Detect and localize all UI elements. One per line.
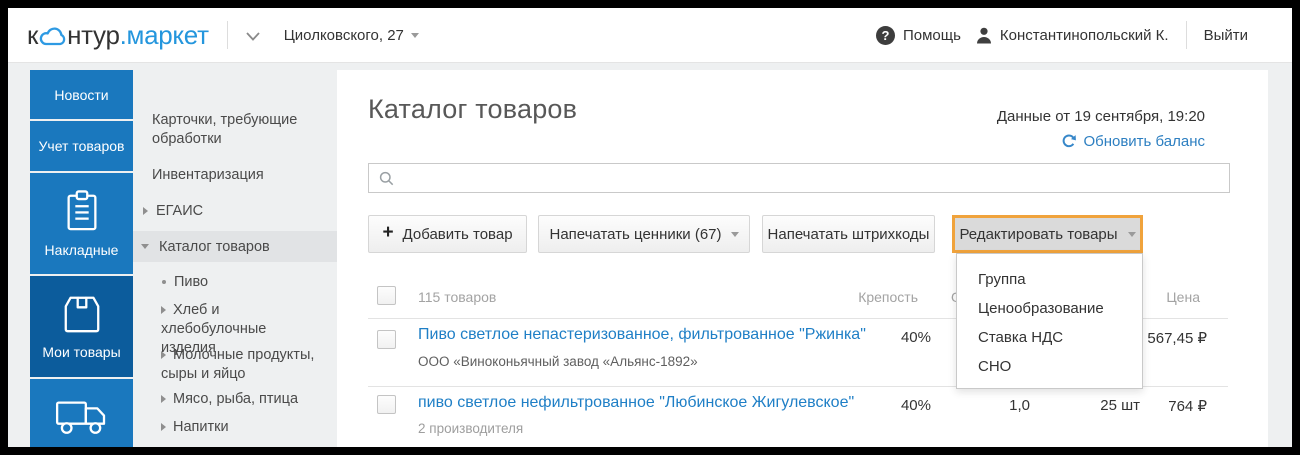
search-icon bbox=[379, 171, 394, 185]
product-link[interactable]: Пиво светлое непастеризованное, фильтров… bbox=[418, 326, 866, 344]
cell-strength: 40% bbox=[900, 397, 931, 414]
edit-products-label: Редактировать товары bbox=[959, 225, 1118, 243]
page-title: Каталог товаров bbox=[368, 94, 578, 124]
print-barcodes-label: Напечатать штрихкоды bbox=[767, 225, 930, 243]
triangle-right-icon bbox=[161, 423, 166, 431]
subnav-item-label: ЕГАИС bbox=[156, 203, 204, 219]
logo-text-product: .маркет bbox=[119, 19, 209, 50]
cell-price: 764 ₽ bbox=[1168, 398, 1207, 415]
search-box bbox=[368, 163, 1230, 193]
logo-text-prefix: к bbox=[27, 19, 39, 50]
products-count: 115 товаров bbox=[418, 289, 497, 305]
dot-icon bbox=[162, 280, 166, 285]
subnav-item-label: Карточки, требующие обработки bbox=[152, 112, 298, 147]
sidebar-item-stock-accounting[interactable]: Учет товаров bbox=[30, 121, 133, 171]
logout-link[interactable]: Выйти bbox=[1204, 27, 1248, 44]
add-product-button[interactable]: + Добавить товар bbox=[368, 215, 527, 253]
sidebar-item-label: Учет товаров bbox=[38, 138, 125, 154]
subnav-item-catalog-selected[interactable]: Каталог товаров bbox=[133, 231, 337, 262]
caret-down-icon bbox=[1127, 231, 1136, 237]
current-outlet-selector[interactable]: Циолковского, 27 bbox=[284, 27, 419, 44]
triangle-right-icon bbox=[161, 306, 166, 314]
subnav-item-label: Молочные продукты, сыры и яйцо bbox=[161, 347, 315, 382]
primary-sidebar: Новости Учет товаров Накладные Мои товар… bbox=[30, 70, 133, 447]
edit-products-button-highlight: Редактировать товары bbox=[952, 215, 1143, 253]
search-input[interactable] bbox=[402, 165, 1229, 191]
clipboard-icon bbox=[66, 190, 97, 231]
triangle-down-icon bbox=[141, 244, 149, 249]
dropdown-item-pricing[interactable]: Ценообразование bbox=[957, 294, 1142, 323]
outlet-address: Циолковского, 27 bbox=[283, 26, 404, 44]
sidebar-item-delivery[interactable] bbox=[30, 379, 133, 447]
delivery-truck-icon bbox=[55, 401, 105, 434]
refresh-balance-link[interactable]: Обновить баланс bbox=[1061, 133, 1205, 150]
row-checkbox[interactable] bbox=[377, 395, 396, 414]
subnav-child-meat[interactable]: Мясо, рыба, птица bbox=[161, 390, 331, 409]
help-label: Помощь bbox=[902, 26, 961, 44]
subnav-child-dairy[interactable]: Молочные продукты, сыры и яйцо bbox=[161, 346, 319, 384]
triangle-right-icon bbox=[161, 395, 166, 403]
subnav-child-beer[interactable]: Пиво bbox=[162, 273, 208, 292]
sidebar-item-news[interactable]: Новости bbox=[30, 70, 133, 119]
user-name: Константинопольский К. bbox=[999, 26, 1169, 44]
edit-products-dropdown: Группа Ценообразование Ставка НДС СНО bbox=[956, 253, 1143, 389]
person-icon bbox=[976, 27, 991, 43]
caret-down-icon bbox=[730, 231, 739, 237]
subnav-item-cards-to-process[interactable]: Карточки, требующие обработки bbox=[152, 111, 314, 149]
subnav-child-drinks[interactable]: Напитки bbox=[161, 418, 229, 437]
cloud-icon bbox=[39, 27, 66, 46]
select-all-checkbox[interactable] bbox=[377, 286, 396, 305]
caret-down-icon bbox=[410, 32, 419, 38]
secondary-sidebar: Карточки, требующие обработки Инвентариз… bbox=[133, 70, 337, 447]
cell-price: 567,45 ₽ bbox=[1147, 330, 1207, 347]
cell-strength: 40% bbox=[900, 329, 931, 346]
org-switcher-chevron-down-icon[interactable] bbox=[242, 24, 264, 50]
subnav-item-label: Пиво bbox=[174, 274, 209, 290]
dropdown-item-group[interactable]: Группа bbox=[957, 265, 1142, 294]
dropdown-item-vat-rate[interactable]: Ставка НДС bbox=[957, 323, 1142, 352]
print-price-tags-button[interactable]: Напечатать ценники (67) bbox=[538, 215, 750, 253]
cell-stock: 25 шт bbox=[1100, 397, 1140, 414]
subnav-item-inventory[interactable]: Инвентаризация bbox=[152, 166, 264, 185]
subnav-item-label: Напитки bbox=[173, 419, 229, 435]
kontur-market-logo[interactable]: к нтур .маркет bbox=[27, 20, 209, 51]
logo-text-rest: нтур bbox=[67, 19, 120, 50]
question-mark-icon: ? bbox=[875, 25, 895, 45]
package-box-icon bbox=[64, 296, 99, 333]
edit-products-button[interactable]: Редактировать товары bbox=[955, 218, 1140, 250]
column-header-price: Цена bbox=[1166, 289, 1200, 305]
product-link[interactable]: пиво светлое нефильтрованное "Любинское … bbox=[418, 394, 854, 412]
refresh-balance-label: Обновить баланс bbox=[1083, 133, 1205, 150]
topbar: к нтур .маркет Циолковского, 27 ? Помощь bbox=[8, 8, 1292, 63]
sidebar-item-label: Накладные bbox=[44, 242, 119, 258]
help-link[interactable]: ? Помощь bbox=[875, 25, 961, 45]
catalog-panel: Каталог товаров Данные от 19 сентября, 1… bbox=[337, 70, 1268, 447]
product-manufacturer: ООО «Виноконьячный завод «Альянс-1892» bbox=[418, 354, 698, 369]
subnav-item-label: Инвентаризация bbox=[152, 167, 264, 183]
product-manufacturer: 2 производителя bbox=[418, 421, 524, 436]
triangle-right-icon bbox=[143, 207, 148, 215]
topbar-divider bbox=[1185, 21, 1187, 49]
add-product-label: Добавить товар bbox=[402, 225, 513, 243]
subnav-item-egais[interactable]: ЕГАИС bbox=[143, 202, 203, 221]
sidebar-item-label: Мои товары bbox=[42, 344, 121, 360]
plus-icon: + bbox=[382, 222, 394, 243]
subnav-item-label: Мясо, рыба, птица bbox=[173, 391, 299, 407]
topbar-divider bbox=[226, 21, 228, 49]
refresh-icon bbox=[1063, 134, 1077, 148]
sidebar-item-my-goods[interactable]: Мои товары bbox=[30, 276, 133, 377]
sidebar-item-label: Новости bbox=[54, 86, 109, 103]
user-menu[interactable]: Константинопольский К. bbox=[976, 27, 1169, 44]
sidebar-item-invoices[interactable]: Накладные bbox=[30, 173, 133, 274]
triangle-right-icon bbox=[161, 351, 166, 359]
data-timestamp: Данные от 19 сентября, 19:20 bbox=[996, 108, 1205, 125]
app-window: к нтур .маркет Циолковского, 27 ? Помощь bbox=[8, 8, 1292, 447]
print-price-tags-label: Напечатать ценники (67) bbox=[549, 225, 722, 243]
print-barcodes-button[interactable]: Напечатать штрихкоды bbox=[762, 215, 935, 253]
cell-volume: 1,0 bbox=[1009, 397, 1030, 414]
column-header-strength: Крепость bbox=[858, 289, 918, 305]
dropdown-item-sno[interactable]: СНО bbox=[957, 352, 1142, 381]
row-checkbox[interactable] bbox=[377, 330, 396, 349]
subnav-item-label: Каталог товаров bbox=[159, 238, 270, 255]
